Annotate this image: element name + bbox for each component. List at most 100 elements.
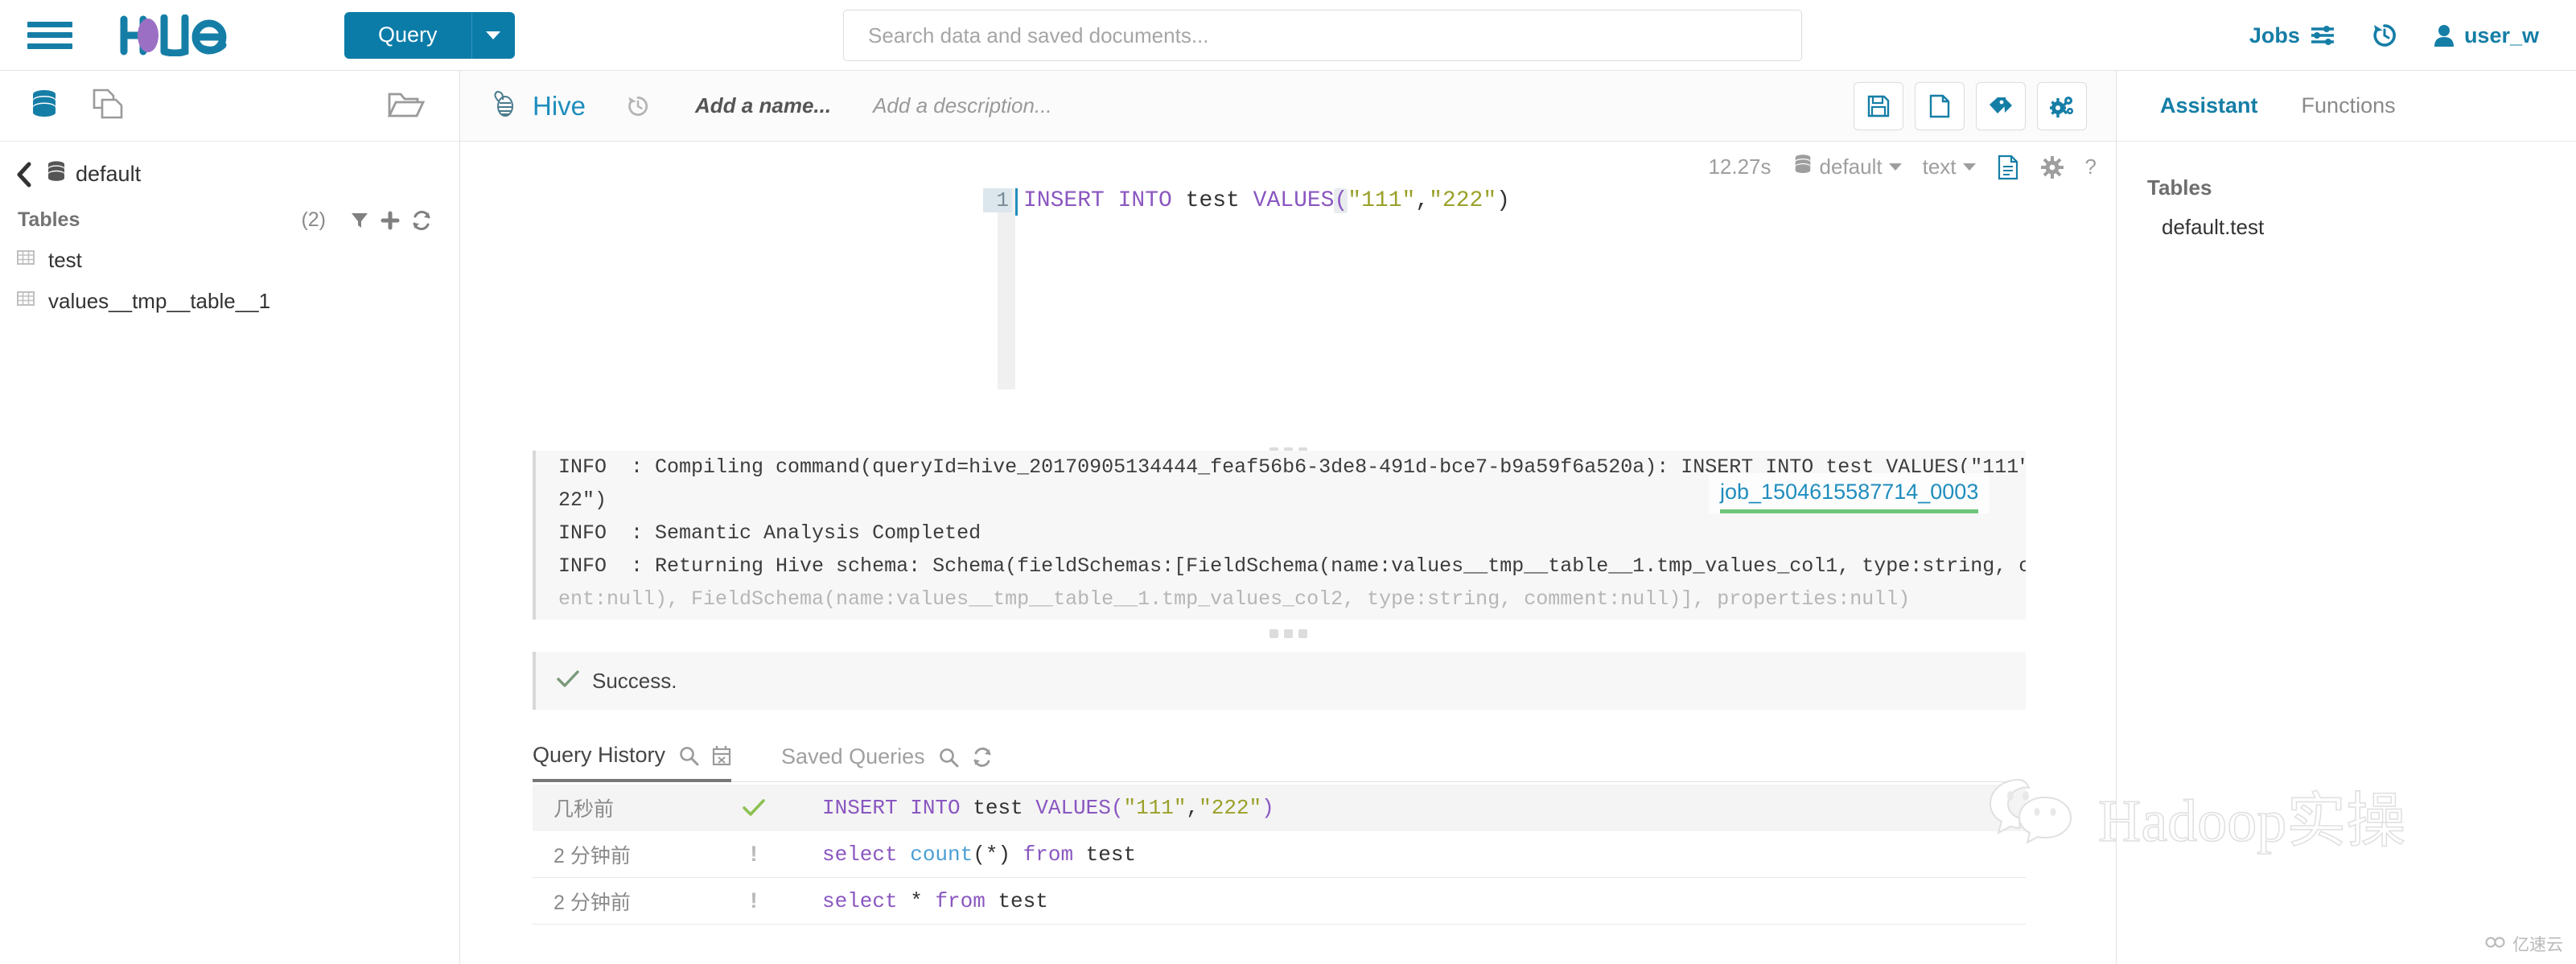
refresh-icon[interactable] [411,210,432,230]
user-menu[interactable]: user_w [2434,23,2539,48]
result-document-icon[interactable] [1997,154,2019,180]
settings-button[interactable] [2037,81,2087,130]
chevron-down-icon [1962,163,1976,171]
editor-settings-gear-icon[interactable] [2040,155,2064,179]
left-sidebar: default Tables (2) test values__tmp__tab… [0,71,460,964]
log-line: INFO : Returning Hive schema: Schema(fie… [558,554,2026,578]
filter-icon[interactable] [350,211,369,230]
global-search [843,10,1802,61]
history-query: INSERT INTO test VALUES("111","222") [822,796,1274,820]
sql-token: select [822,888,911,913]
search-input[interactable] [843,10,1802,61]
log-resize-handle[interactable] [460,629,2116,638]
history-icon[interactable] [626,94,650,118]
sql-token: * [910,888,936,913]
table-row[interactable]: 2 分钟前 ! select count(*) from test [533,831,2026,878]
hive-bee-icon [489,87,521,126]
search-icon[interactable] [678,745,699,766]
status-badge: ! [750,842,758,866]
table-item-label: values__tmp__table__1 [48,289,271,313]
table-item-values-tmp[interactable]: values__tmp__table__1 [0,281,459,322]
right-assistant-panel: Assistant Functions Tables default.test [2116,71,2576,964]
table-item-test[interactable]: test [0,240,459,281]
navbar-right-actions: Jobs user_w [2249,0,2539,71]
sql-code[interactable]: INSERT INTO test VALUES("111","222") [1023,188,1510,213]
user-icon [2434,23,2455,47]
jobs-label: Jobs [2249,23,2300,47]
table-row[interactable]: 2 分钟前 ! select * from test [533,878,2026,925]
user-label: user_w [2463,23,2539,47]
status-badge: ! [750,888,758,913]
history-icon [2371,22,2398,49]
log-line: INFO : Semantic Analysis Completed [558,521,981,545]
engine-selector[interactable]: Hive [489,87,586,126]
assistant-table-item[interactable]: default.test [2117,200,2576,240]
query-description-input[interactable]: Add a description... [873,93,1052,118]
database-selector[interactable]: default [1792,153,1902,181]
back-chevron-icon[interactable] [14,161,34,188]
help-icon[interactable]: ? [2085,154,2097,179]
sql-token: count [910,842,973,867]
jobs-button[interactable]: Jobs [2249,23,2335,48]
table-row[interactable]: 几秒前 INSERT INTO test VALUES("111","222") [533,785,2026,831]
query-button[interactable]: Query [344,12,471,59]
query-name-input[interactable]: Add a name... [695,93,831,118]
chevron-down-icon [486,31,501,39]
tab-query-history[interactable]: Query History [533,732,732,782]
chevron-down-icon [1888,163,1902,171]
job-history-button[interactable] [2371,22,2398,49]
breadcrumb-database[interactable]: default [45,159,141,189]
sql-token: test [998,888,1048,913]
history-time: 几秒前 [553,798,615,821]
tags-button[interactable] [1976,81,2026,130]
new-document-button[interactable] [1915,81,1965,130]
query-button-group[interactable]: Query [344,11,515,59]
sql-token-paren: ( [1334,188,1348,213]
sidebar-icon-bar [0,71,459,142]
drag-dot [1269,629,1278,638]
sql-token-string: "111" [1348,188,1416,213]
sql-token-table: test [1185,188,1253,213]
history-query: select * from test [822,889,1048,913]
job-link-overlay: job_1504615587714_0003 [1709,473,1990,513]
editor-toolbar: Hive Add a name... Add a description... [460,71,2116,142]
query-dropdown-caret[interactable] [471,11,515,59]
table-icon [16,248,35,273]
tab-assistant[interactable]: Assistant [2160,93,2258,118]
assistant-section-title: Tables [2147,175,2212,200]
history-time: 2 分钟前 [553,844,631,867]
hamburger-icon[interactable] [27,18,72,53]
plus-icon[interactable] [381,211,400,230]
database-icon [45,159,68,189]
query-history-table: 几秒前 INSERT INTO test VALUES("111","222")… [533,785,2026,925]
save-button[interactable] [1854,81,1903,130]
sql-token-comma: , [1415,188,1430,213]
folder-open-icon[interactable] [387,87,426,125]
sql-token: test [973,796,1036,820]
breadcrumb-db-label: default [76,162,142,186]
job-link[interactable]: job_1504615587714_0003 [1720,480,1979,513]
engine-label: Hive [533,90,586,121]
sql-token-keyword: INSERT INTO [1023,188,1186,213]
tables-label: Tables [18,208,80,231]
tab-functions[interactable]: Functions [2302,93,2396,118]
result-tabs: Query History Saved Queries [533,732,2026,782]
calendar-clear-icon[interactable] [712,745,731,766]
sql-token: ) [1261,796,1274,820]
database-icon[interactable] [27,87,61,125]
editor-toolbar-buttons [1854,81,2087,130]
database-label: default [1819,154,1883,179]
table-item-label: test [48,248,82,272]
database-icon [1792,153,1813,181]
check-icon [557,669,579,693]
hue-logo[interactable] [119,14,280,56]
search-icon[interactable] [938,747,959,768]
tab-saved-queries[interactable]: Saved Queries [781,732,993,782]
drag-dot [1298,629,1307,638]
sql-token: select [822,842,911,867]
refresh-icon[interactable] [972,747,993,767]
documents-icon[interactable] [92,87,124,125]
table-icon [16,289,35,314]
log-line: ent:null), FieldSchema(name:values__tmp_… [558,587,1911,611]
format-selector[interactable]: text [1923,154,1976,179]
